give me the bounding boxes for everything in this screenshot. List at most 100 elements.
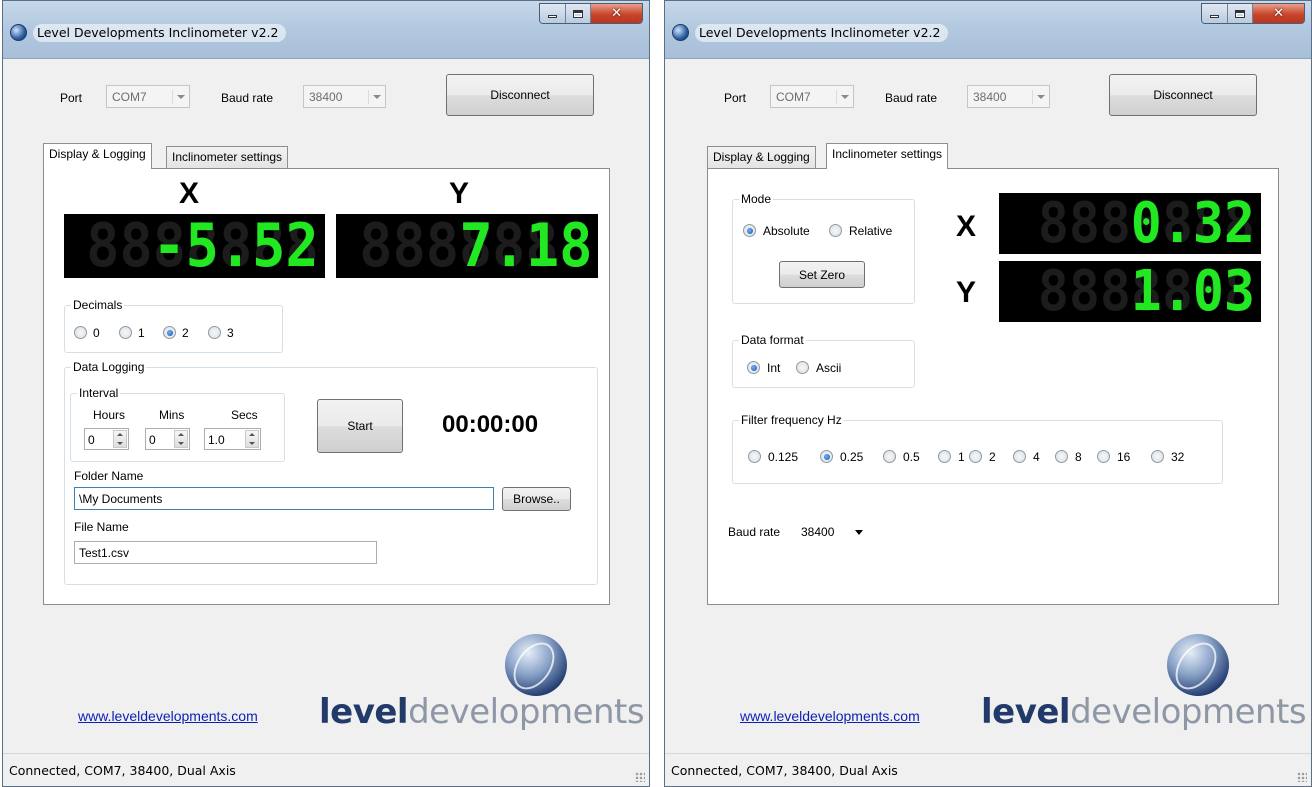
- maximize-button[interactable]: [1227, 4, 1254, 23]
- filter-radio-2[interactable]: [969, 450, 982, 463]
- maximize-icon: [572, 9, 583, 18]
- filter-option-0.125: 0.125: [768, 450, 799, 464]
- y-value-readout: 7.18: [459, 214, 592, 278]
- filter-radio-32[interactable]: [1151, 450, 1164, 463]
- data-format-group: Data format Int Ascii: [732, 333, 915, 388]
- website-link[interactable]: www.leveldevelopments.com: [740, 708, 920, 724]
- folder-name-value: \My Documents: [79, 492, 163, 506]
- decimals-option-1: 1: [138, 326, 145, 340]
- format-radio-int[interactable]: [747, 361, 760, 374]
- minimize-icon: [547, 15, 557, 18]
- port-value: COM7: [776, 90, 811, 104]
- chevron-down-icon: [368, 90, 382, 104]
- tab-display-logging[interactable]: Display & Logging: [707, 146, 816, 169]
- decimals-radio-0[interactable]: [74, 326, 87, 339]
- filter-radio-4[interactable]: [1013, 450, 1026, 463]
- chevron-down-icon: [1032, 90, 1046, 104]
- baud-rate-label: Baud rate: [885, 91, 938, 105]
- filter-option-4: 4: [1033, 450, 1040, 464]
- y-axis-label: Y: [956, 276, 977, 309]
- close-icon: ✕: [1273, 6, 1284, 21]
- logo-word-developments: developments: [1070, 692, 1307, 732]
- disconnect-button[interactable]: Disconnect: [1109, 74, 1257, 116]
- secs-spinner[interactable]: 1.0: [204, 428, 261, 450]
- title-bar: Level Developments Inclinometer v2.2 ✕: [665, 1, 1311, 59]
- hours-value: 0: [88, 433, 95, 447]
- maximize-button[interactable]: [565, 4, 592, 23]
- filter-option-0.25: 0.25: [840, 450, 864, 464]
- hours-spinner[interactable]: 0: [84, 428, 129, 450]
- data-format-title: Data format: [739, 333, 806, 347]
- filter-radio-16[interactable]: [1097, 450, 1110, 463]
- chevron-down-icon: [172, 90, 186, 104]
- spinner-arrows-icon[interactable]: [245, 430, 259, 448]
- decimals-radio-1[interactable]: [119, 326, 132, 339]
- mode-title: Mode: [739, 192, 774, 206]
- baud-rate-value: 38400: [973, 90, 1007, 104]
- filter-radio-0.25[interactable]: [820, 450, 833, 463]
- decimals-option-0: 0: [93, 326, 100, 340]
- close-button[interactable]: ✕: [591, 4, 642, 23]
- mins-spinner[interactable]: 0: [145, 428, 190, 450]
- filter-option-8: 8: [1075, 450, 1082, 464]
- set-zero-button[interactable]: Set Zero: [779, 261, 865, 288]
- decimals-radio-2[interactable]: [163, 326, 176, 339]
- level-developments-logo: leveldevelopments: [319, 692, 645, 732]
- baud-rate-select[interactable]: 38400: [967, 85, 1050, 108]
- folder-name-input[interactable]: \My Documents: [74, 487, 494, 510]
- browse-button[interactable]: Browse..: [502, 487, 571, 511]
- minimize-button[interactable]: [1202, 4, 1228, 23]
- filter-radio-1[interactable]: [938, 450, 951, 463]
- file-name-label: File Name: [74, 520, 129, 534]
- mode-radio-relative[interactable]: [829, 224, 842, 237]
- file-name-input[interactable]: Test1.csv: [74, 541, 377, 564]
- close-button[interactable]: ✕: [1253, 4, 1304, 23]
- chevron-down-icon: [836, 90, 850, 104]
- tab-display-logging[interactable]: Display & Logging: [43, 143, 152, 169]
- spinner-arrows-icon[interactable]: [174, 430, 188, 448]
- website-link[interactable]: www.leveldevelopments.com: [78, 708, 258, 724]
- filter-option-32: 32: [1171, 450, 1185, 464]
- app-icon: [10, 24, 27, 41]
- display-logging-panel: X Y 8888888 -5.52 8888888 7.18 Decimals …: [43, 168, 610, 605]
- device-baud-rate-label: Baud rate: [728, 525, 781, 539]
- filter-option-0.5: 0.5: [903, 450, 920, 464]
- x-value-display: 8888888 0.32: [999, 193, 1261, 254]
- decimals-option-2: 2: [182, 326, 189, 340]
- y-axis-label: Y: [449, 177, 470, 210]
- maximize-icon: [1234, 9, 1245, 18]
- spinner-arrows-icon[interactable]: [113, 430, 127, 448]
- format-radio-ascii[interactable]: [796, 361, 809, 374]
- level-developments-logo-orb: [1167, 634, 1229, 696]
- decimals-radio-3[interactable]: [208, 326, 221, 339]
- port-select[interactable]: COM7: [770, 85, 854, 108]
- inclinometer-window-display: Level Developments Inclinometer v2.2 ✕ P…: [2, 0, 650, 787]
- resize-grip-icon[interactable]: [635, 772, 645, 782]
- filter-radio-0.125[interactable]: [748, 450, 761, 463]
- window-title: Level Developments Inclinometer v2.2: [695, 24, 949, 42]
- baud-rate-select[interactable]: 38400: [303, 85, 386, 108]
- app-icon: [672, 24, 689, 41]
- filter-radio-8[interactable]: [1055, 450, 1068, 463]
- device-baud-rate-select[interactable]: 38400: [796, 520, 868, 543]
- minimize-button[interactable]: [540, 4, 566, 23]
- mins-value: 0: [149, 433, 156, 447]
- interval-group: Interval Hours Mins Secs 0 0 1.0: [70, 386, 285, 462]
- inclinometer-settings-panel: Mode Absolute Relative Set Zero X Y 8888…: [707, 168, 1279, 605]
- minimize-icon: [1209, 15, 1219, 18]
- resize-grip-icon[interactable]: [1297, 772, 1307, 782]
- filter-frequency-title: Filter frequency Hz: [739, 413, 844, 427]
- mode-radio-absolute[interactable]: [743, 224, 756, 237]
- disconnect-button[interactable]: Disconnect: [446, 74, 594, 116]
- tab-inclinometer-settings[interactable]: Inclinometer settings: [826, 143, 949, 169]
- tab-inclinometer-settings[interactable]: Inclinometer settings: [166, 146, 289, 169]
- decimals-group: Decimals 0 1 2 3: [64, 298, 283, 353]
- status-text: Connected, COM7, 38400, Dual Axis: [9, 763, 236, 778]
- filter-radio-0.5[interactable]: [883, 450, 896, 463]
- caption-buttons: ✕: [539, 3, 643, 24]
- port-select[interactable]: COM7: [106, 85, 190, 108]
- start-logging-button[interactable]: Start: [317, 399, 403, 453]
- logo-word-developments: developments: [408, 692, 645, 732]
- data-logging-title: Data Logging: [71, 360, 147, 374]
- decimals-title: Decimals: [71, 298, 125, 312]
